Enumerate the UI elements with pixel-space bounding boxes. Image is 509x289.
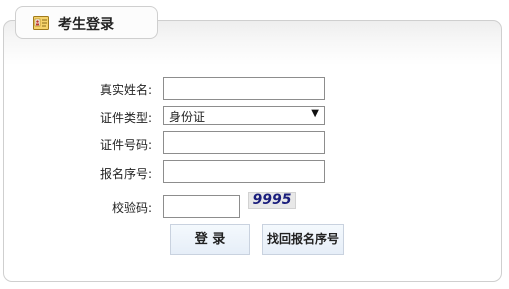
id-number-input[interactable]: [163, 131, 325, 154]
id-card-icon: [33, 16, 49, 30]
dropdown-arrow-icon: ▼: [311, 108, 319, 119]
captcha-image[interactable]: 9995: [248, 192, 296, 209]
id-type-selected: 身份证: [169, 110, 206, 124]
login-tab: 考生登录: [15, 6, 158, 39]
id-type-select[interactable]: 身份证 ▼: [163, 106, 325, 125]
retrieve-reg-number-button[interactable]: 找回报名序号: [262, 224, 344, 255]
id-type-label: 证件类型:: [99, 111, 152, 125]
real-name-label: 真实姓名:: [99, 83, 152, 97]
captcha-label: 校验码:: [111, 201, 152, 215]
tab-title: 考生登录: [58, 17, 114, 33]
real-name-input[interactable]: [163, 77, 325, 100]
captcha-input[interactable]: [163, 195, 240, 218]
login-button[interactable]: 登 录: [170, 224, 250, 255]
reg-number-label: 报名序号:: [99, 167, 152, 181]
reg-number-input[interactable]: [163, 160, 325, 183]
id-number-label: 证件号码:: [99, 138, 152, 152]
